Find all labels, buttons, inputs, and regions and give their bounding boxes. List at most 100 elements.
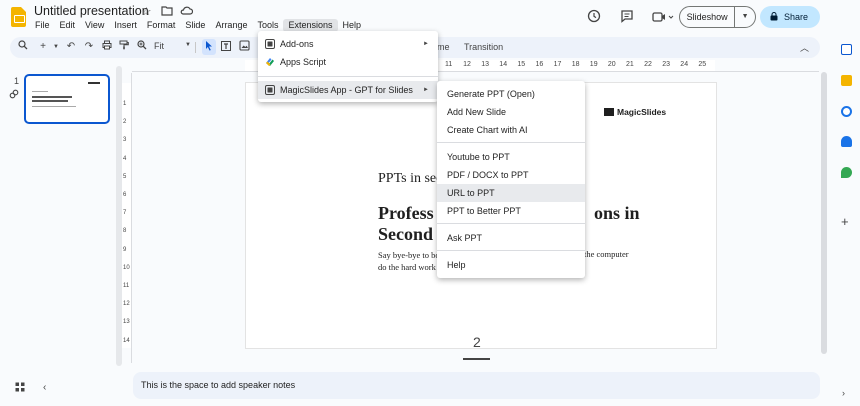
menu-item-apps-script[interactable]: Apps Script xyxy=(258,53,438,71)
share-button[interactable]: Share xyxy=(760,6,820,28)
text-line: Say bye-bye to bo xyxy=(378,250,440,260)
print-icon[interactable] xyxy=(101,40,113,54)
ruler-label: 23 xyxy=(662,61,670,68)
menu-insert[interactable]: Insert xyxy=(109,19,142,32)
ruler-label: 18 xyxy=(571,61,580,68)
toolbar-divider xyxy=(195,42,196,53)
side-panel: + xyxy=(833,36,860,406)
submenu-help[interactable]: Help xyxy=(437,256,585,274)
menu-item-magicslides[interactable]: MagicSlides App - GPT for Slides ► xyxy=(258,81,438,99)
submenu-create-chart[interactable]: Create Chart with AI xyxy=(437,121,585,139)
menu-edit[interactable]: Edit xyxy=(55,19,81,32)
text-box-icon[interactable] xyxy=(220,40,232,54)
left-ruler: 1 2 3 4 5 6 7 8 9 10 11 12 13 14 xyxy=(122,73,132,363)
ruler-label: 2 xyxy=(123,119,127,126)
tasks-icon[interactable] xyxy=(841,106,852,117)
menu-arrange[interactable]: Arrange xyxy=(210,19,252,32)
cloud-status-icon[interactable] xyxy=(180,5,194,19)
submenu-pdf-docx-to-ppt[interactable]: PDF / DOCX to PPT xyxy=(437,166,585,184)
slide-logo[interactable]: MagicSlides xyxy=(604,107,666,117)
slideshow-label[interactable]: Slideshow xyxy=(680,7,736,27)
undo-icon[interactable]: ↶ xyxy=(65,40,77,54)
star-icon[interactable]: ☆ xyxy=(140,5,153,19)
move-folder-icon[interactable] xyxy=(160,5,173,19)
submenu-ppt-to-better-ppt[interactable]: PPT to Better PPT xyxy=(437,202,585,220)
transition-button[interactable]: Transition xyxy=(464,42,503,52)
ruler-label: 6 xyxy=(123,192,127,198)
submenu-arrow-icon: ► xyxy=(423,87,429,93)
speaker-notes[interactable]: This is the space to add speaker notes xyxy=(133,372,820,399)
grid-view-icon[interactable] xyxy=(15,382,25,395)
submenu-divider xyxy=(437,142,585,143)
ruler-label: 1 xyxy=(123,101,127,107)
new-slide-dropdown-icon[interactable]: ▼ xyxy=(50,40,62,54)
add-ons-icon xyxy=(265,39,275,49)
document-title[interactable]: Untitled presentation xyxy=(34,4,149,18)
video-call-icon[interactable] xyxy=(652,10,674,26)
menu-view[interactable]: View xyxy=(80,19,109,32)
search-menus-icon[interactable] xyxy=(17,40,29,54)
ruler-label: 15 xyxy=(517,61,526,68)
menu-divider xyxy=(258,76,438,77)
submenu-generate-ppt[interactable]: Generate PPT (Open) xyxy=(437,85,585,103)
menu-item-label: Add-ons xyxy=(280,39,314,49)
page-marker: 2 xyxy=(473,334,481,350)
theme-button[interactable]: me xyxy=(437,42,450,52)
slides-logo-icon[interactable] xyxy=(11,7,26,27)
extensions-menu: Add-ons ► Apps Script MagicSlides App - … xyxy=(258,31,438,102)
slide-heading-right[interactable]: ons in xyxy=(594,203,640,224)
menu-format[interactable]: Format xyxy=(142,19,181,32)
ruler-label: 17 xyxy=(553,61,562,68)
keep-icon[interactable] xyxy=(841,75,852,86)
ruler-label: 19 xyxy=(589,61,598,68)
top-ruler: 11 12 13 14 15 16 17 18 19 20 21 22 23 24 25 xyxy=(132,60,819,72)
menu-item-add-ons[interactable]: Add-ons ► xyxy=(258,35,438,53)
menu-file[interactable]: File xyxy=(30,19,55,32)
submenu-arrow-icon: ► xyxy=(423,41,429,47)
filmstrip: 1 xyxy=(0,66,120,366)
collapse-filmstrip-icon[interactable]: ‹ xyxy=(43,382,46,395)
submenu-youtube-to-ppt[interactable]: Youtube to PPT xyxy=(437,148,585,166)
zoom-dropdown-icon[interactable]: ▼ xyxy=(185,42,191,48)
submenu-add-new-slide[interactable]: Add New Slide xyxy=(437,103,585,121)
canvas-scrollbar[interactable] xyxy=(821,72,827,354)
lock-icon xyxy=(770,12,778,21)
share-label: Share xyxy=(784,12,809,22)
menu-slide[interactable]: Slide xyxy=(180,19,210,32)
magicslides-submenu: Generate PPT (Open) Add New Slide Create… xyxy=(437,81,585,278)
image-icon[interactable] xyxy=(238,40,250,54)
slideshow-dropdown-icon[interactable]: ▼ xyxy=(735,7,755,27)
slide-body-right[interactable]: the computer xyxy=(584,249,629,259)
zoom-level[interactable]: Fit xyxy=(154,41,164,51)
menu-item-label: Apps Script xyxy=(280,57,327,67)
expand-side-panel-icon[interactable]: › xyxy=(842,388,845,398)
select-cursor-icon[interactable] xyxy=(203,40,215,54)
slideshow-button[interactable]: Slideshow ▼ xyxy=(679,6,756,28)
maps-icon[interactable] xyxy=(841,167,852,178)
comment-icon[interactable] xyxy=(619,9,635,26)
history-icon[interactable] xyxy=(586,9,602,26)
redo-icon[interactable]: ↷ xyxy=(83,40,95,54)
submenu-divider xyxy=(437,223,585,224)
ruler-label: 13 xyxy=(481,61,489,68)
ruler-label: 20 xyxy=(607,61,616,68)
header-actions xyxy=(586,9,674,26)
zoom-icon[interactable] xyxy=(136,40,148,54)
link-icon xyxy=(9,89,19,101)
new-slide-icon[interactable]: + xyxy=(37,40,49,54)
contacts-icon[interactable] xyxy=(841,136,852,147)
thumbnail-line xyxy=(32,100,68,102)
ruler-label: 14 xyxy=(123,337,130,344)
slide-thumbnail[interactable] xyxy=(24,74,110,124)
slides-panel-icon[interactable] xyxy=(841,44,852,55)
submenu-url-to-ppt[interactable]: URL to PPT xyxy=(437,184,585,202)
view-controls: ‹ xyxy=(15,382,46,395)
collapse-toolbar-icon[interactable]: ︿ xyxy=(800,41,809,54)
submenu-ask-ppt[interactable]: Ask PPT xyxy=(437,229,585,247)
slide-subtitle[interactable]: PPTs in sec xyxy=(378,171,442,187)
ruler-label: 25 xyxy=(698,61,707,68)
paint-format-icon[interactable] xyxy=(118,40,130,54)
submenu-divider xyxy=(437,250,585,251)
ruler-label: 7 xyxy=(123,210,127,217)
add-on-plus-icon[interactable]: + xyxy=(841,214,849,229)
